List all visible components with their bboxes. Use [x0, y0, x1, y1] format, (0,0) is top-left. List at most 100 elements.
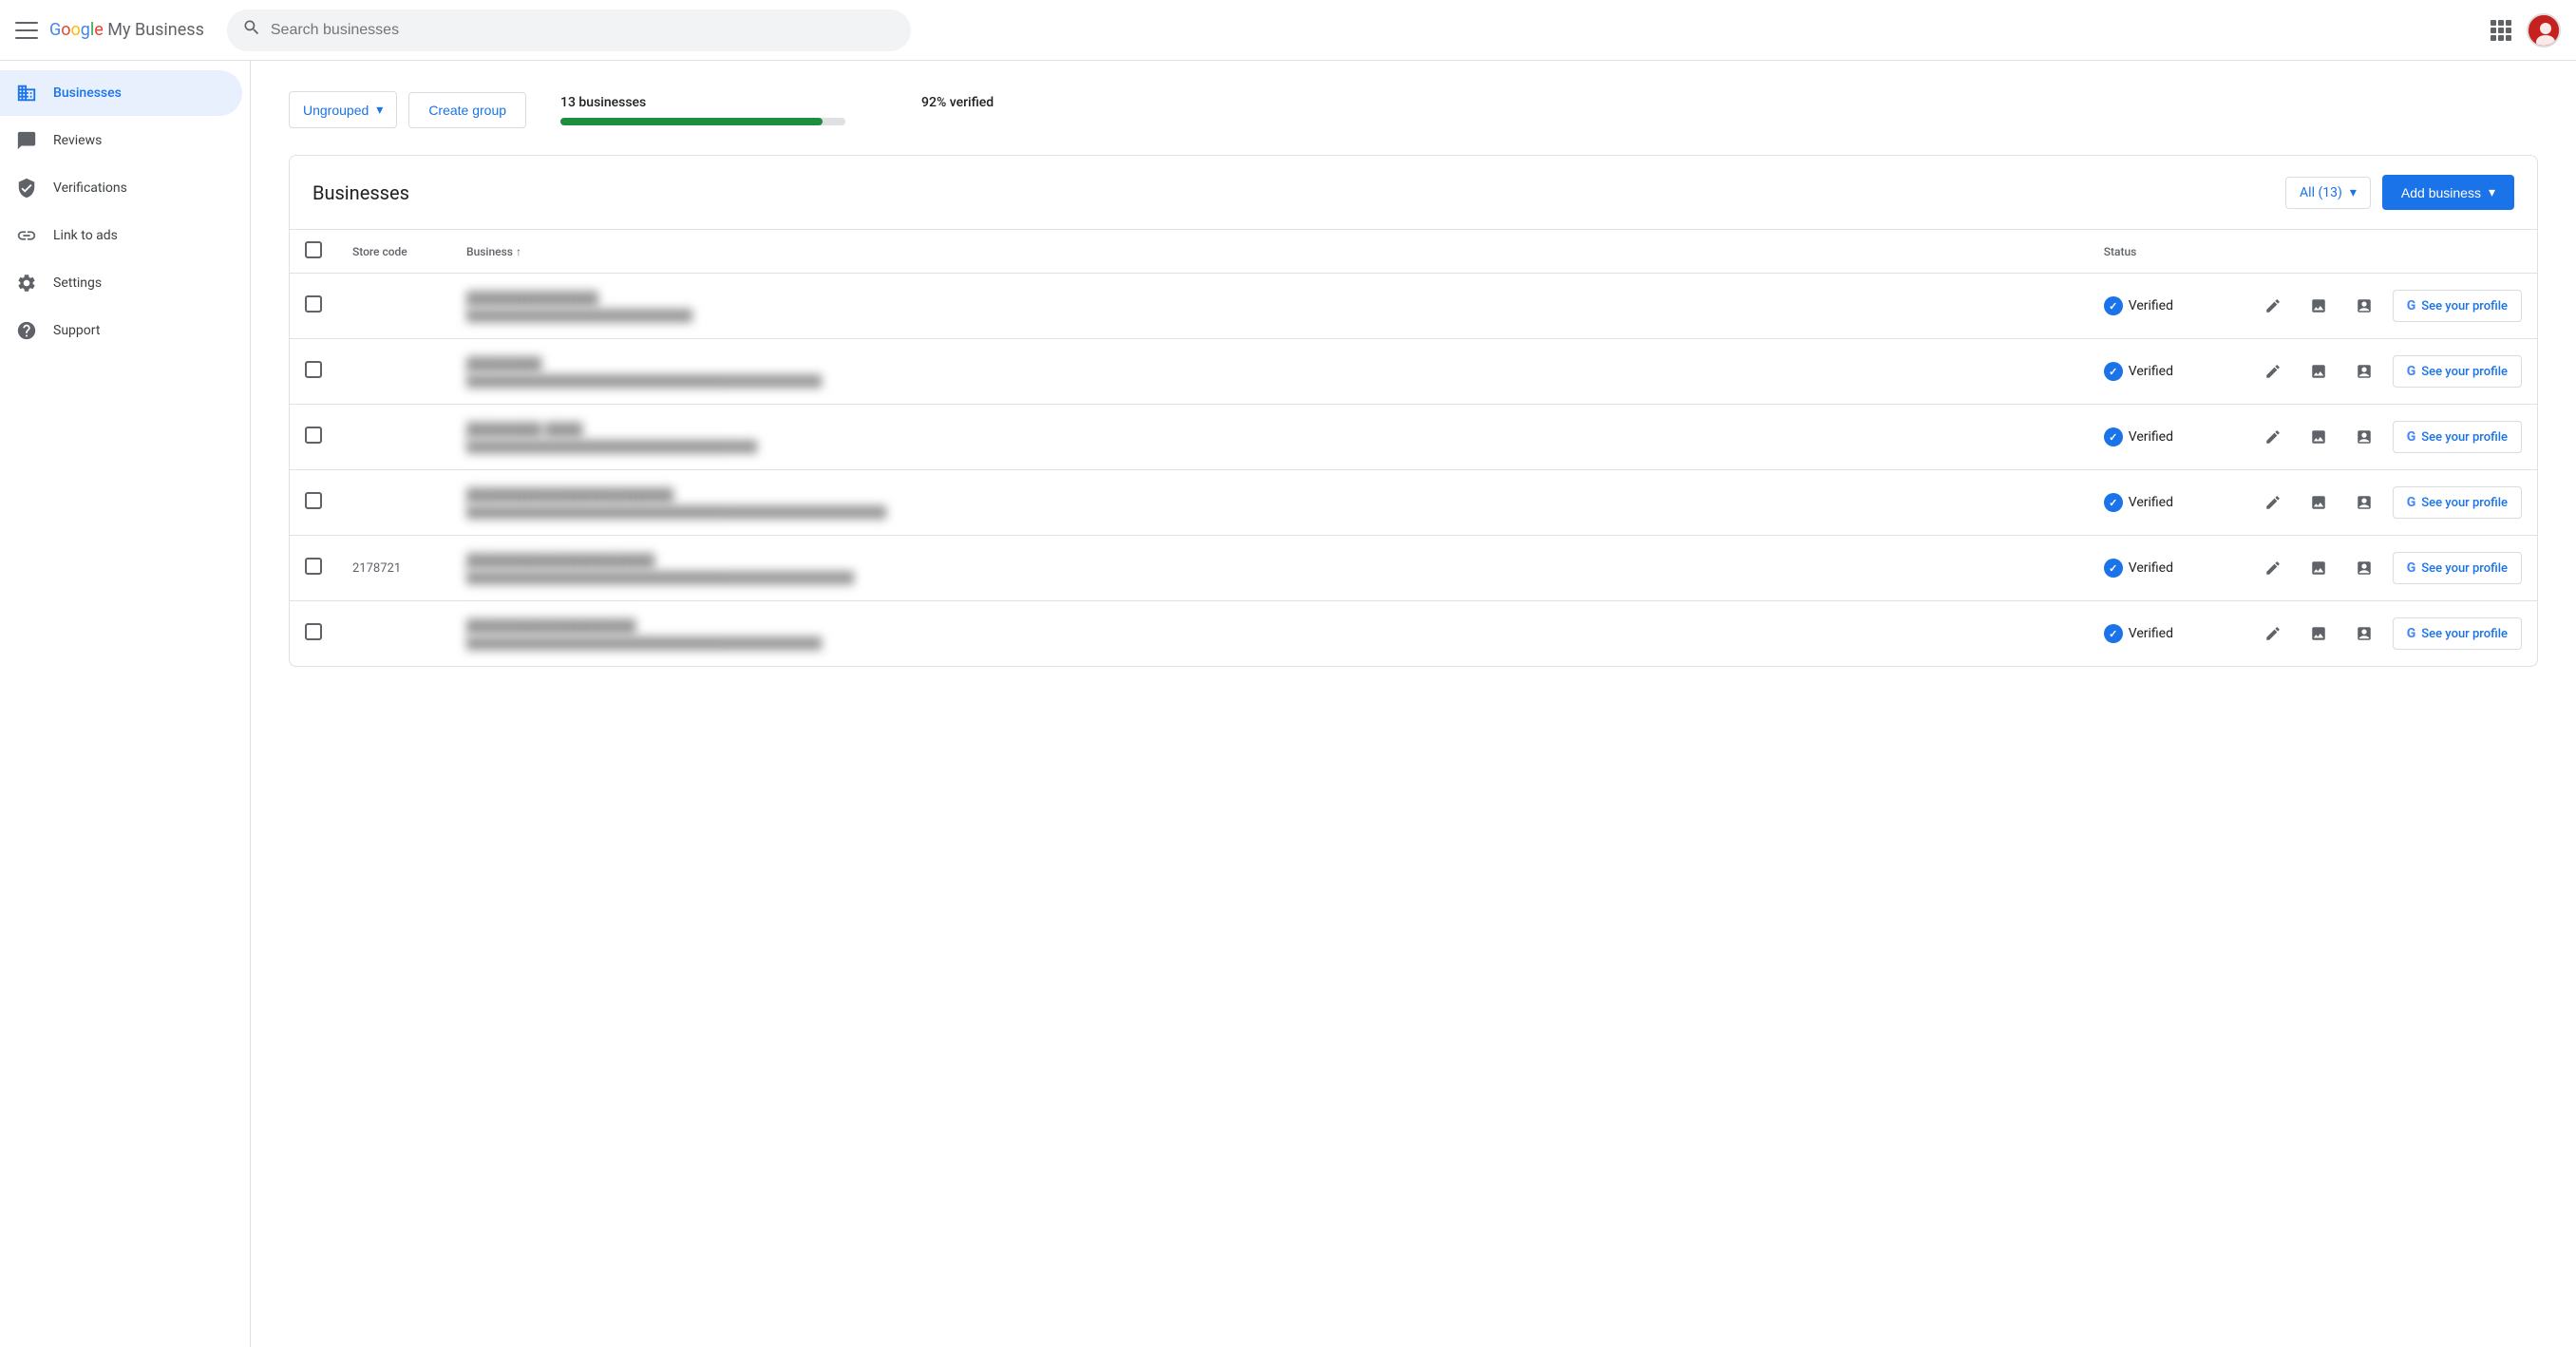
row-checkbox-cell [290, 470, 337, 536]
search-input[interactable] [271, 22, 896, 39]
row-checkbox[interactable] [305, 492, 322, 509]
row-status: Verified [2089, 274, 2241, 339]
photo-button[interactable] [2301, 485, 2336, 520]
app-logo[interactable]: Google My Business [49, 20, 204, 40]
row-store-code [337, 601, 451, 667]
row-business-addr: ████████████████████████████████████████… [466, 636, 2074, 650]
ungrouped-dropdown[interactable]: Ungrouped ▾ [289, 91, 397, 128]
businesses-card-title: Businesses [313, 181, 409, 204]
create-group-button[interactable]: Create group [408, 92, 526, 128]
sidebar-item-reviews[interactable]: Reviews [0, 118, 242, 163]
all-filter-dropdown[interactable]: All (13) ▾ [2285, 177, 2371, 209]
sidebar-item-settings[interactable]: Settings [0, 260, 242, 306]
add-business-button[interactable]: Add business ▾ [2382, 175, 2514, 210]
chevron-down-icon: ▾ [2350, 185, 2357, 200]
row-checkbox[interactable] [305, 361, 322, 378]
photo-button[interactable] [2301, 617, 2336, 651]
progress-bar-wrap [560, 118, 845, 125]
photo-button[interactable] [2301, 420, 2336, 454]
table-row: ████████ ███████████████████████████████… [290, 339, 2537, 405]
apps-grid-icon[interactable] [2491, 20, 2511, 41]
photo-button[interactable] [2301, 551, 2336, 585]
row-actions: G See your profile [2241, 470, 2537, 536]
row-store-code [337, 274, 451, 339]
table-row: ██████████████████████ █████████████████… [290, 470, 2537, 536]
sidebar-item-support[interactable]: Support [0, 308, 242, 353]
status-text: Verified [2129, 626, 2173, 641]
select-all-checkbox[interactable] [305, 241, 322, 258]
row-business-addr: ████████████████████████████████████ [466, 440, 2074, 453]
sidebar-item-verifications[interactable]: Verifications [0, 165, 242, 211]
row-actions: G See your profile [2241, 536, 2537, 601]
businesses-table: Store code Business ↑ Status [290, 230, 2537, 666]
verified-icon [2104, 493, 2123, 512]
post-button[interactable] [2347, 289, 2381, 323]
row-checkbox[interactable] [305, 558, 322, 575]
row-checkbox-cell [290, 601, 337, 667]
row-business-info: ██████████████ █████████████████████████… [451, 274, 2089, 339]
edit-button[interactable] [2256, 485, 2290, 520]
reviews-icon [15, 129, 38, 152]
row-actions: G See your profile [2241, 274, 2537, 339]
row-checkbox[interactable] [305, 427, 322, 444]
sidebar-item-link-to-ads[interactable]: Link to ads [0, 213, 242, 258]
see-profile-button[interactable]: G See your profile [2393, 355, 2522, 388]
verified-icon [2104, 296, 2123, 315]
row-business-info: ████████ ████ ██████████████████████████… [451, 405, 2089, 470]
see-profile-button[interactable]: G See your profile [2393, 552, 2522, 584]
verified-icon [2104, 559, 2123, 578]
sidebar-item-settings-label: Settings [53, 275, 102, 291]
sidebar-item-support-label: Support [53, 323, 100, 338]
status-text: Verified [2129, 560, 2173, 576]
row-business-name: ████████ ████ [466, 422, 2074, 438]
verified-stat: 92% verified [921, 95, 994, 110]
post-button[interactable] [2347, 485, 2381, 520]
edit-button[interactable] [2256, 617, 2290, 651]
row-checkbox-cell [290, 339, 337, 405]
hamburger-menu-icon[interactable] [15, 19, 38, 42]
row-store-code: 2178721 [337, 536, 451, 601]
stats-area: 13 businesses 92% verified [560, 95, 994, 125]
see-profile-button[interactable]: G See your profile [2393, 486, 2522, 519]
see-profile-button[interactable]: G See your profile [2393, 290, 2522, 322]
row-business-name: ████████ [466, 356, 2074, 372]
settings-icon [15, 272, 38, 294]
row-status: Verified [2089, 405, 2241, 470]
status-text: Verified [2129, 495, 2173, 510]
row-status: Verified [2089, 536, 2241, 601]
edit-button[interactable] [2256, 420, 2290, 454]
post-button[interactable] [2347, 420, 2381, 454]
edit-button[interactable] [2256, 551, 2290, 585]
see-profile-button[interactable]: G See your profile [2393, 617, 2522, 650]
post-button[interactable] [2347, 617, 2381, 651]
row-business-addr: ████████████████████████████████████████… [466, 571, 2074, 584]
see-profile-button[interactable]: G See your profile [2393, 421, 2522, 453]
row-actions: G See your profile [2241, 405, 2537, 470]
see-profile-label: See your profile [2421, 496, 2508, 510]
user-avatar[interactable] [2527, 13, 2561, 47]
th-checkbox [290, 230, 337, 274]
verified-icon [2104, 362, 2123, 381]
edit-button[interactable] [2256, 354, 2290, 389]
see-profile-label: See your profile [2421, 365, 2508, 379]
photo-button[interactable] [2301, 354, 2336, 389]
post-button[interactable] [2347, 551, 2381, 585]
businesses-stat: 13 businesses [560, 95, 845, 125]
see-profile-label: See your profile [2421, 430, 2508, 445]
sidebar: Businesses Reviews Verifications Link to… [0, 61, 251, 1347]
th-business[interactable]: Business ↑ [451, 230, 2089, 274]
row-business-info: ████████ ███████████████████████████████… [451, 339, 2089, 405]
sidebar-item-businesses[interactable]: Businesses [0, 70, 242, 116]
th-store-code: Store code [337, 230, 451, 274]
edit-button[interactable] [2256, 289, 2290, 323]
post-button[interactable] [2347, 354, 2381, 389]
row-business-info: ████████████████████ ███████████████████… [451, 536, 2089, 601]
row-status: Verified [2089, 470, 2241, 536]
row-checkbox[interactable] [305, 623, 322, 640]
row-business-info: ██████████████████████ █████████████████… [451, 470, 2089, 536]
table-header-row: Store code Business ↑ Status [290, 230, 2537, 274]
photo-button[interactable] [2301, 289, 2336, 323]
row-checkbox[interactable] [305, 295, 322, 313]
row-store-code [337, 405, 451, 470]
verified-icon [2104, 624, 2123, 643]
